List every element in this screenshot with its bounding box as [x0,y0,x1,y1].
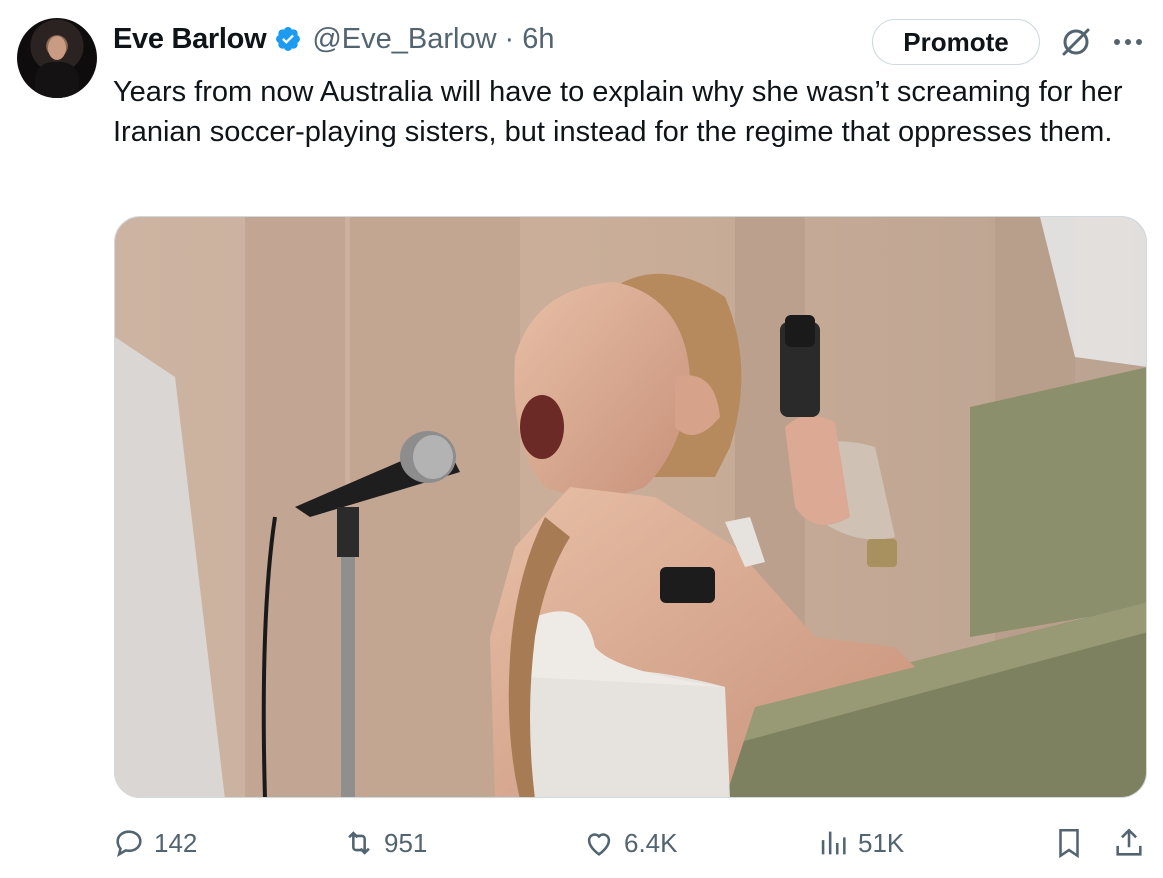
views-count: 51K [858,827,905,858]
bookmark-button[interactable] [1052,826,1086,860]
like-count: 6.4K [624,827,678,858]
photo-illustration [115,217,1146,797]
author-name[interactable]: Eve Barlow [113,23,267,56]
reply-count: 142 [154,827,198,858]
tweet-timestamp[interactable]: 6h [522,23,554,56]
share-icon [1116,828,1142,856]
reply-icon [116,830,142,857]
tweet-photo[interactable] [114,216,1147,798]
promote-button[interactable]: Promote [872,19,1040,65]
repost-icon [348,831,370,855]
author-avatar[interactable] [17,18,97,98]
separator-dot: · [504,22,515,55]
grok-icon[interactable] [1058,24,1094,60]
author-handle[interactable]: @Eve_Barlow [312,23,496,56]
tweet-header: Eve Barlow @Eve_Barlow · 6h [113,18,554,60]
views-icon [821,831,846,855]
repost-button[interactable]: 951 [342,826,427,860]
reply-button[interactable]: 142 [112,826,197,860]
tweet-actions: 142 951 6.4K 51K [0,820,1163,870]
verified-badge-icon [276,27,301,51]
avatar-figure [35,62,79,98]
tweet-text: Years from now Australia will have to ex… [113,76,1123,148]
like-button[interactable]: 6.4K [582,826,678,860]
heart-icon [587,833,611,856]
share-button[interactable] [1112,826,1146,860]
more-icon[interactable] [1110,27,1146,57]
bookmark-icon [1059,828,1079,859]
avatar-face [48,36,66,60]
views-button[interactable]: 51K [816,826,904,860]
repost-count: 951 [384,827,428,858]
